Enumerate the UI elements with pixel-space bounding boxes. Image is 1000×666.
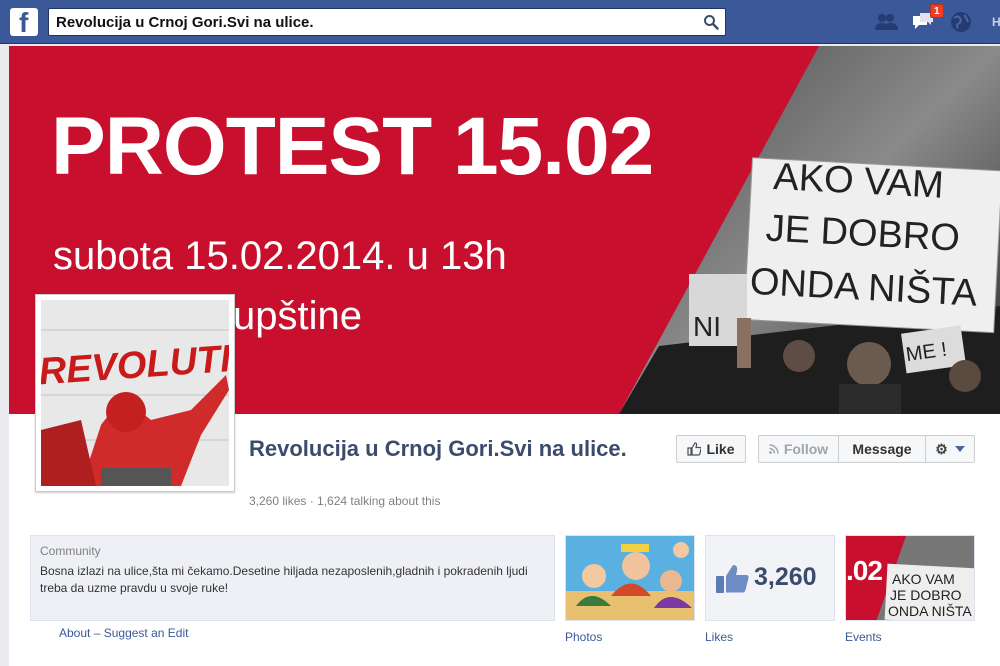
events-tile-label[interactable]: Events bbox=[845, 630, 882, 644]
sign-line-1: AKO VAM bbox=[772, 156, 944, 207]
page-content: AKO VAM JE DOBRO ONDA NIŠTA NI ME ! PROT… bbox=[9, 46, 1000, 666]
likes-tile[interactable]: 3,260 bbox=[705, 535, 835, 621]
message-button[interactable]: Message bbox=[839, 436, 926, 462]
page-stats: 3,260 likes · 1,624 talking about this bbox=[249, 494, 441, 508]
page-description: Bosna izlazi na ulice,šta mi čekamo.Dese… bbox=[40, 564, 528, 595]
like-button-label: Like bbox=[706, 441, 735, 457]
likes-tile-label[interactable]: Likes bbox=[705, 630, 733, 644]
search-icon[interactable] bbox=[703, 14, 719, 30]
event-thumb-text: .02 bbox=[846, 555, 883, 586]
friend-requests-icon[interactable] bbox=[873, 10, 899, 34]
photos-tile[interactable] bbox=[565, 535, 695, 621]
chevron-down-icon bbox=[954, 446, 965, 452]
events-tile[interactable]: AKO VAM JE DOBRO ONDA NIŠTA .02 bbox=[845, 535, 975, 621]
globe-icon[interactable] bbox=[948, 10, 974, 34]
follow-button-label: Follow bbox=[783, 441, 829, 457]
about-box: Community Bosna izlazi na ulice,šta mi č… bbox=[30, 535, 555, 621]
follow-button[interactable]: Follow bbox=[759, 436, 839, 462]
facebook-logo-icon[interactable]: f bbox=[10, 8, 38, 37]
page-actions-group: Follow Message ⚙ bbox=[758, 435, 975, 463]
page-category[interactable]: Community bbox=[40, 544, 101, 558]
event-sign-line-1: AKO VAM bbox=[892, 571, 955, 587]
top-navigation-bar: f 1 H bbox=[0, 0, 1000, 44]
photos-thumbnail bbox=[566, 536, 694, 620]
thumbs-up-icon bbox=[716, 565, 749, 593]
link-separator: – bbox=[93, 626, 101, 640]
settings-dropdown-button[interactable]: ⚙ bbox=[926, 436, 974, 462]
profile-revolution-graffiti-image: REVOLUTIO bbox=[41, 300, 229, 486]
suggest-edit-link[interactable]: Suggest an Edit bbox=[104, 626, 189, 640]
event-sign-line-2: JE DOBRO bbox=[890, 587, 962, 603]
search-box[interactable] bbox=[48, 8, 726, 36]
notification-badge: 1 bbox=[930, 4, 944, 18]
message-button-label: Message bbox=[852, 441, 912, 457]
cover-date-line: subota 15.02.2014. u 13h bbox=[53, 234, 507, 278]
event-sign-line-3: ONDA NIŠTA bbox=[888, 603, 972, 619]
cover-headline: PROTEST 15.02 bbox=[51, 101, 654, 192]
photos-tile-label[interactable]: Photos bbox=[565, 630, 602, 644]
search-input[interactable] bbox=[49, 9, 689, 35]
like-button[interactable]: Like bbox=[676, 435, 746, 463]
cover-location-fragment: upštine bbox=[233, 294, 362, 338]
profile-picture[interactable]: REVOLUTIO bbox=[35, 294, 235, 492]
gear-icon: ⚙ bbox=[935, 440, 948, 457]
home-link[interactable]: H bbox=[992, 15, 1000, 29]
sign-fragment-left: NI bbox=[693, 311, 721, 342]
page-title[interactable]: Revolucija u Crnoj Gori.Svi na ulice. bbox=[249, 435, 639, 463]
likes-count: 3,260 bbox=[754, 563, 817, 591]
about-link[interactable]: About bbox=[59, 626, 90, 640]
about-links: About – Suggest an Edit bbox=[59, 626, 188, 640]
thumbs-up-icon bbox=[687, 442, 702, 456]
rss-icon bbox=[768, 444, 779, 454]
